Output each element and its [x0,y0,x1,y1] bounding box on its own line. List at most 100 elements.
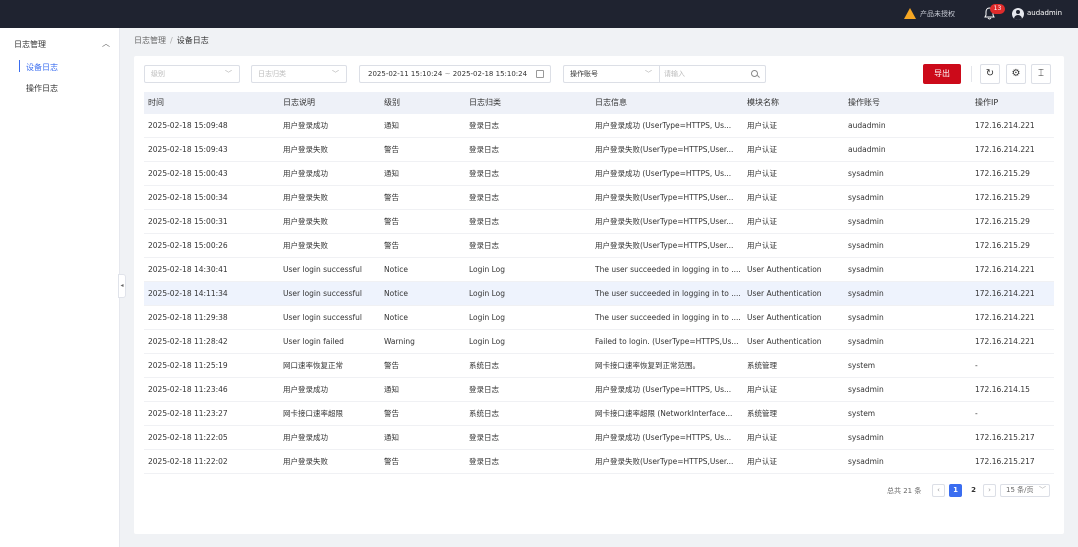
sidebar-item-operation-log[interactable]: 操作日志 [26,83,58,94]
notification-badge[interactable]: 13 [990,4,1005,14]
cell-module: User Authentication [747,289,822,298]
breadcrumb-parent[interactable]: 日志管理 [134,36,166,45]
cell-level: 警告 [384,217,399,226]
cell-time: 2025-02-18 11:23:46 [148,385,228,394]
username[interactable]: audadmin [1027,9,1062,17]
breadcrumb-separator: / [170,36,173,45]
cell-level: 警告 [384,457,399,466]
search-icon[interactable] [751,70,758,77]
cell-category: 登录日志 [469,145,499,154]
sidebar-collapse-handle[interactable]: ◂ [118,274,126,298]
cell-message: 用户登录成功 (UserType=HTTPS, Us... [595,433,732,442]
table-row[interactable]: 2025-02-18 11:25:19 网口速率恢复正常 警告 系统日志 网卡接口速率恢… [144,354,1054,378]
column-header-account[interactable]: 操作账号 [848,92,968,114]
toolbar-divider [971,66,972,82]
cell-category: 登录日志 [469,193,499,202]
column-header-description[interactable]: 日志说明 [283,92,379,114]
cell-ip: 172.16.214.221 [975,265,1035,274]
cell-description: User login failed [283,337,344,346]
cell-level: 通知 [384,385,399,394]
table-row[interactable]: 2025-02-18 11:22:02 用户登录失败 警告 登录日志 用户登录失败(Us… [144,450,1054,474]
table-row[interactable]: 2025-02-18 11:22:05 用户登录成功 通知 登录日志 用户登录成功 (U… [144,426,1054,450]
chevron-down-icon: ﹀ [645,70,652,78]
cell-category: 登录日志 [469,241,499,250]
column-header-message[interactable]: 日志信息 [595,92,742,114]
sidebar-group-log-management[interactable]: 日志管理 [14,39,46,50]
page-1-button[interactable]: 1 [949,484,962,497]
search-field-select[interactable]: 操作账号 ﹀ [564,66,660,82]
chevron-up-icon[interactable]: ︿ [102,38,110,49]
cell-module: 用户认证 [747,241,777,250]
cell-category: 登录日志 [469,121,499,130]
cell-message: 用户登录失败(UserType=HTTPS,User... [595,241,734,250]
cell-time: 2025-02-18 14:11:34 [148,289,228,298]
refresh-icon[interactable]: ↻ [980,64,1000,84]
level-select-placeholder: 级别 [151,70,165,78]
cell-account: audadmin [848,121,886,130]
cell-category: 登录日志 [469,169,499,178]
cell-account: sysadmin [848,193,884,202]
table-row[interactable]: 2025-02-18 11:28:42 User login failed Warn… [144,330,1054,354]
cell-ip: - [975,409,978,418]
cell-level: 通知 [384,433,399,442]
cell-message: The user succeeded in logging in to .... [595,313,741,322]
cell-message: The user succeeded in logging in to .... [595,265,741,274]
column-header-module[interactable]: 模块名称 [747,92,842,114]
page-2-button[interactable]: 2 [967,484,980,497]
category-select[interactable]: 日志归类 ﹀ [251,65,347,83]
cell-description: 用户登录失败 [283,241,328,250]
table-row[interactable]: 2025-02-18 15:09:48 用户登录成功 通知 登录日志 用户登录成功 (U… [144,114,1054,138]
next-page-icon[interactable]: › [983,484,996,497]
table-row[interactable]: 2025-02-18 15:00:34 用户登录失败 警告 登录日志 用户登录失败(Us… [144,186,1054,210]
settings-gear-icon[interactable]: ⚙ [1006,64,1026,84]
cell-ip: 172.16.215.29 [975,241,1030,250]
cell-description: User login successful [283,289,362,298]
table-row[interactable]: 2025-02-18 14:30:41 User login successful… [144,258,1054,282]
cell-message: 网卡接口速率恢复到正常范围。 [595,361,700,370]
prev-page-icon[interactable]: ‹ [932,484,945,497]
cell-ip: 172.16.215.217 [975,433,1035,442]
page-size-select[interactable]: 15 条/页 ﹀ [1000,484,1050,497]
chevron-down-icon: ﹀ [332,70,339,78]
export-button[interactable]: 导出 [923,64,961,84]
table-row[interactable]: 2025-02-18 11:23:27 网卡接口速率超限 警告 系统日志 网卡接口速率超… [144,402,1054,426]
column-height-icon[interactable]: ⌶ [1031,64,1051,84]
column-header-time[interactable]: 时间 [148,92,278,114]
cell-module: User Authentication [747,265,822,274]
date-range-picker[interactable]: 2025-02-11 15:10:24 ~ 2025-02-18 15:10:2… [359,65,551,83]
table-body: 2025-02-18 15:09:48 用户登录成功 通知 登录日志 用户登录成功 (U… [144,114,1054,474]
column-header-category[interactable]: 日志归类 [469,92,589,114]
cell-message: 用户登录成功 (UserType=HTTPS, Us... [595,385,732,394]
cell-module: 系统管理 [747,409,777,418]
cell-message: 用户登录失败(UserType=HTTPS,User... [595,193,734,202]
cell-category: 系统日志 [469,361,499,370]
cell-time: 2025-02-18 11:29:38 [148,313,228,322]
table-row[interactable]: 2025-02-18 15:00:26 用户登录失败 警告 登录日志 用户登录失败(Us… [144,234,1054,258]
chevron-down-icon: ﹀ [1039,486,1046,494]
content-panel: 级别 ﹀ 日志归类 ﹀ 2025-02-11 15:10:24 ~ 2025-0… [134,56,1064,534]
column-header-ip[interactable]: 操作IP [975,92,1055,114]
cell-time: 2025-02-18 15:00:34 [148,193,228,202]
cell-category: 登录日志 [469,433,499,442]
search-input[interactable] [664,66,744,82]
page-size-value: 15 条/页 [1006,486,1034,494]
cell-account: sysadmin [848,433,884,442]
table-row[interactable]: 2025-02-18 11:29:38 User login successful… [144,306,1054,330]
table-header: 时间 日志说明 级别 日志归类 日志信息 模块名称 操作账号 操作IP [144,92,1054,114]
table-row[interactable]: 2025-02-18 15:09:43 用户登录失败 警告 登录日志 用户登录失败(Us… [144,138,1054,162]
chevron-down-icon: ﹀ [225,70,232,78]
table-row[interactable]: 2025-02-18 15:00:31 用户登录失败 警告 登录日志 用户登录失败(Us… [144,210,1054,234]
table-row[interactable]: 2025-02-18 14:11:34 User login successful… [144,282,1054,306]
cell-account: sysadmin [848,385,884,394]
cell-message: 用户登录成功 (UserType=HTTPS, Us... [595,169,732,178]
license-warning[interactable]: 产品未授权 [920,9,955,19]
sidebar-item-device-log[interactable]: 设备日志 [26,62,58,73]
column-header-level[interactable]: 级别 [384,92,464,114]
cell-ip: 172.16.214.221 [975,337,1035,346]
user-avatar-icon[interactable] [1012,8,1024,20]
table-row[interactable]: 2025-02-18 11:23:46 用户登录成功 通知 登录日志 用户登录成功 (U… [144,378,1054,402]
table-row[interactable]: 2025-02-18 15:00:43 用户登录成功 通知 登录日志 用户登录成功 (U… [144,162,1054,186]
cell-ip: 172.16.214.221 [975,313,1035,322]
cell-account: sysadmin [848,265,884,274]
level-select[interactable]: 级别 ﹀ [144,65,240,83]
